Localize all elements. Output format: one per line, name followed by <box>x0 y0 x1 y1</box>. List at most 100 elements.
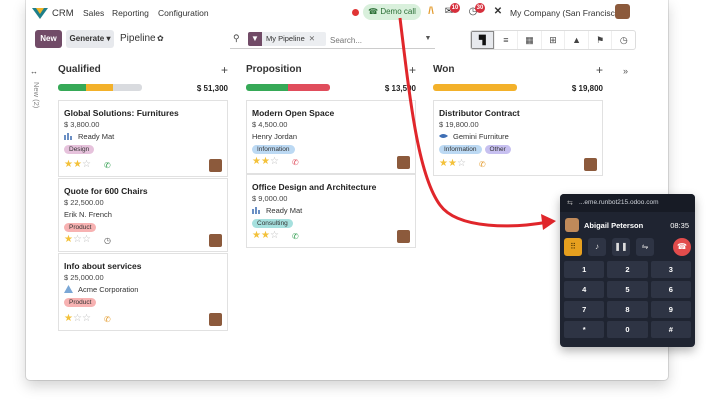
phone-icon[interactable]: ✆ <box>292 232 299 241</box>
priority-star-icon[interactable]: ★ <box>73 159 82 170</box>
debug-tools-icon[interactable]: ✕ <box>491 5 505 19</box>
menu-sales[interactable]: Sales <box>83 8 104 18</box>
salesperson-avatar[interactable] <box>584 158 597 171</box>
activity-view-icon[interactable]: ◷ <box>612 31 635 49</box>
clock-icon[interactable]: ◷ <box>104 236 111 245</box>
column-progress-bar[interactable] <box>246 84 330 91</box>
phone-icon[interactable]: ✆ <box>104 161 111 170</box>
kanban-card[interactable]: Distributor Contract $ 19,800.00 Gemini … <box>433 100 603 176</box>
priority-stars: ★☆☆ <box>64 234 91 245</box>
kanban-card[interactable]: Info about services $ 25,000.00 Acme Cor… <box>58 253 228 331</box>
column-title[interactable]: Qualified <box>58 64 101 75</box>
demo-call-button[interactable]: ☎ Demo call <box>363 4 421 20</box>
dial-key[interactable]: 0 <box>607 321 648 338</box>
menu-reporting[interactable]: Reporting <box>112 8 149 18</box>
salesperson-avatar[interactable] <box>209 159 222 172</box>
priority-star-icon[interactable]: ★ <box>252 230 261 241</box>
salesperson-avatar[interactable] <box>397 156 410 169</box>
ready-mat-logo-icon <box>252 207 260 214</box>
column-title[interactable]: Proposition <box>246 64 302 75</box>
phone-icon[interactable]: ✆ <box>479 160 486 169</box>
menu-configuration[interactable]: Configuration <box>158 8 209 18</box>
dial-key[interactable]: 1 <box>564 261 605 278</box>
phone-icon[interactable]: ✆ <box>104 315 111 324</box>
progress-segment[interactable] <box>113 84 142 91</box>
list-view-icon[interactable]: ≡ <box>495 31 519 49</box>
kanban-card[interactable]: Quote for 600 Chairs $ 22,500.00 Erik N.… <box>58 178 228 252</box>
priority-star-icon[interactable]: ★ <box>252 156 261 167</box>
dial-key[interactable]: * <box>564 321 605 338</box>
dial-key[interactable]: 2 <box>607 261 648 278</box>
dial-key[interactable]: 4 <box>564 281 605 298</box>
dial-key[interactable]: 7 <box>564 301 605 318</box>
priority-star-icon[interactable]: ★ <box>64 234 73 245</box>
column-title[interactable]: Won <box>433 64 454 75</box>
priority-star-icon[interactable]: ☆ <box>457 158 466 169</box>
dial-key[interactable]: # <box>650 321 691 338</box>
kanban-card[interactable]: Global Solutions: Furnitures $ 3,800.00 … <box>58 100 228 177</box>
priority-star-icon[interactable]: ★ <box>261 230 270 241</box>
priority-star-icon[interactable]: ☆ <box>82 234 91 245</box>
progress-segment[interactable] <box>58 84 86 91</box>
progress-segment[interactable] <box>85 84 114 91</box>
keypad-icon[interactable]: ⠿ <box>564 238 582 256</box>
gear-icon[interactable]: ✿ <box>157 34 164 43</box>
priority-star-icon[interactable]: ☆ <box>82 159 91 170</box>
transfer-icon[interactable]: ⇋ <box>636 238 654 256</box>
pivot-view-icon[interactable]: ⊞ <box>542 31 566 49</box>
app-name[interactable]: CRM <box>52 8 74 19</box>
unfold-arrows-icon[interactable]: ↔ <box>30 67 38 76</box>
dial-key[interactable]: 9 <box>650 301 691 318</box>
map-view-icon[interactable]: ⚑ <box>589 31 613 49</box>
user-avatar[interactable] <box>615 4 630 19</box>
new-button[interactable]: New <box>35 30 62 48</box>
dial-key[interactable]: 3 <box>650 261 691 278</box>
folded-column[interactable]: ↔ New (2) <box>30 66 44 126</box>
priority-star-icon[interactable]: ★ <box>261 156 270 167</box>
column-progress-bar[interactable] <box>58 84 142 91</box>
priority-star-icon[interactable]: ★ <box>448 158 457 169</box>
calendar-view-icon[interactable]: ▦ <box>518 31 542 49</box>
hang-up-icon[interactable]: ☎ <box>673 238 691 256</box>
column-progress-bar[interactable] <box>433 84 517 91</box>
priority-star-icon[interactable]: ☆ <box>82 313 91 324</box>
priority-star-icon[interactable]: ★ <box>439 158 448 169</box>
priority-star-icon[interactable]: ☆ <box>270 230 279 241</box>
dial-key[interactable]: 6 <box>650 281 691 298</box>
voip-icon[interactable]: /\ <box>424 5 438 19</box>
generate-button[interactable]: Generate ▾ <box>66 30 114 48</box>
quick-create-plus-icon[interactable]: + <box>221 63 228 77</box>
pause-icon[interactable]: ❚❚ <box>612 238 630 256</box>
quick-create-plus-icon[interactable]: + <box>596 63 603 77</box>
dial-key[interactable]: 8 <box>607 301 648 318</box>
crm-app-logo-icon[interactable] <box>32 6 48 20</box>
company-switcher[interactable]: My Company (San Francisco) <box>510 8 622 18</box>
progress-segment[interactable] <box>246 84 288 91</box>
search-input[interactable] <box>328 32 418 48</box>
salesperson-avatar[interactable] <box>209 313 222 326</box>
progress-segment[interactable] <box>433 84 517 91</box>
dial-key[interactable]: 5 <box>607 281 648 298</box>
kanban-view-icon[interactable]: ▜ <box>471 31 495 49</box>
search-options-toggle-icon[interactable]: ▼ <box>422 31 434 47</box>
mute-mic-icon[interactable]: ♪ <box>588 238 606 256</box>
kanban-card[interactable]: Modern Open Space $ 4,500.00 Henry Jorda… <box>246 100 416 174</box>
priority-star-icon[interactable]: ☆ <box>73 234 82 245</box>
card-tags: Product <box>64 223 97 232</box>
priority-star-icon[interactable]: ☆ <box>73 313 82 324</box>
kanban-card[interactable]: Office Design and Architecture $ 9,000.0… <box>246 174 416 248</box>
graph-view-icon[interactable]: ▲ <box>565 31 589 49</box>
salesperson-avatar[interactable] <box>397 230 410 243</box>
quick-create-plus-icon[interactable]: + <box>409 63 416 77</box>
priority-star-icon[interactable]: ★ <box>64 159 73 170</box>
progress-segment[interactable] <box>288 84 330 91</box>
priority-star-icon[interactable]: ☆ <box>270 156 279 167</box>
remove-filter-icon[interactable]: ✕ <box>309 34 315 43</box>
search-icon[interactable]: ⚲ <box>233 33 240 44</box>
tag-badge: Product <box>64 223 97 232</box>
phone-icon[interactable]: ✆ <box>292 158 299 167</box>
settings-sliders-icon[interactable]: ⇆ <box>567 199 573 207</box>
priority-star-icon[interactable]: ★ <box>64 313 73 324</box>
chevron-right-icon[interactable]: » <box>623 66 628 76</box>
salesperson-avatar[interactable] <box>209 234 222 247</box>
